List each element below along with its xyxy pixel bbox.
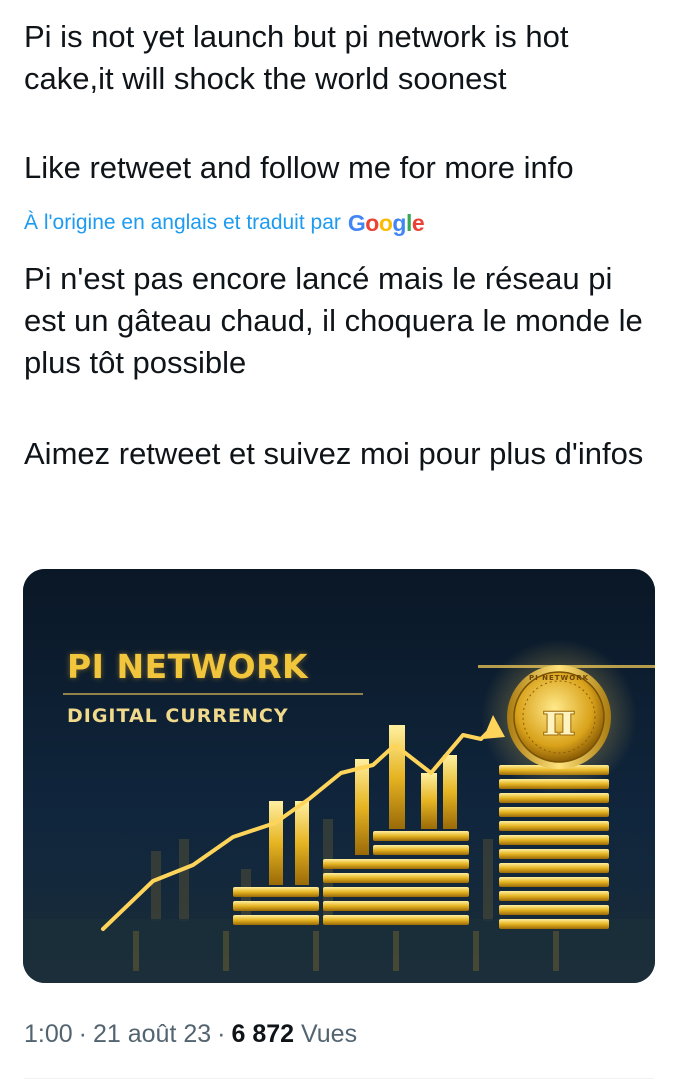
pi-coin-symbol: π: [542, 692, 576, 746]
tweet-text-translated-1: Pi n'est pas encore lancé mais le réseau…: [24, 261, 643, 380]
google-logo: Google: [347, 209, 425, 236]
tweet-image[interactable]: π PI NETWORK PI NETWORK DIGITAL CURRENCY: [23, 569, 655, 983]
divider: [24, 1078, 654, 1079]
translation-notice[interactable]: À l'origine en anglais et traduit par Go…: [24, 205, 425, 241]
tweet-text-translated-2: Aimez retweet et suivez moi pour plus d'…: [24, 436, 644, 471]
tweet: Pi is not yet launch but pi network is h…: [0, 0, 677, 1080]
views-label: Vues: [301, 1020, 358, 1048]
views-count[interactable]: 6 872: [232, 1020, 295, 1048]
media-title: PI NETWORK: [67, 647, 309, 686]
tweet-text-original-1: Pi is not yet launch but pi network is h…: [24, 19, 569, 96]
tweet-date[interactable]: 21 août 23: [93, 1020, 211, 1048]
separator: ·: [78, 1020, 87, 1048]
pi-coin-ring-text: PI NETWORK: [529, 674, 589, 682]
translation-notice-link[interactable]: À l'origine en anglais et traduit par: [24, 211, 341, 235]
tweet-metadata: 1:00 · 21 août 23 · 6 872 Vues: [24, 1020, 357, 1049]
tweet-text-original-2: Like retweet and follow me for more info: [24, 150, 574, 185]
pi-network-illustration: π PI NETWORK: [23, 569, 655, 983]
separator: ·: [217, 1020, 226, 1048]
media-subtitle: DIGITAL CURRENCY: [67, 705, 289, 727]
tweet-time[interactable]: 1:00: [24, 1020, 73, 1048]
